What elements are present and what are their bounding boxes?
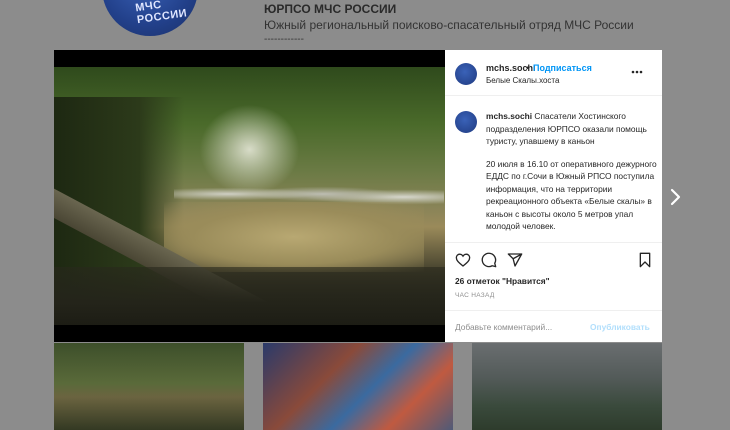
post-timestamp[interactable]: ЧАС НАЗАД bbox=[455, 292, 495, 299]
post-modal: mchs.sochi • Подписаться Белые Скалы.хос… bbox=[54, 50, 662, 342]
post-location[interactable]: Белые Скалы.хоста bbox=[486, 76, 559, 85]
grid-post-thumbnail[interactable] bbox=[263, 343, 453, 430]
caption-username[interactable]: mchs.sochi bbox=[486, 111, 532, 121]
more-options-icon[interactable] bbox=[631, 66, 643, 74]
post-header: mchs.sochi • Подписаться Белые Скалы.хос… bbox=[445, 50, 662, 96]
author-avatar[interactable] bbox=[455, 63, 477, 85]
profile-bio-dashes: ------------ bbox=[264, 34, 304, 45]
grid-post-thumbnail[interactable] bbox=[54, 343, 244, 430]
comment-input[interactable] bbox=[455, 321, 575, 333]
caption-body: 20 июля в 16.10 от оперативного дежурног… bbox=[486, 158, 657, 232]
comment-icon[interactable] bbox=[481, 252, 497, 268]
follow-button[interactable]: Подписаться bbox=[533, 63, 592, 73]
profile-avatar[interactable]: МЧС РОССИИ bbox=[102, 0, 198, 36]
post-image bbox=[54, 67, 445, 325]
separator-dot: • bbox=[526, 63, 530, 73]
profile-bio: Южный региональный поисково-спасательный… bbox=[264, 18, 634, 32]
likes-count[interactable]: 26 отметок "Нравится" bbox=[455, 276, 550, 286]
post-actions bbox=[445, 242, 662, 272]
heart-icon[interactable] bbox=[455, 252, 471, 268]
caption: mchs.sochi Спасатели Хостинского подразд… bbox=[486, 110, 658, 233]
profile-name: ЮРПСО МЧС РОССИИ bbox=[264, 2, 397, 16]
profile-avatar-logo-text: МЧС РОССИИ bbox=[134, 0, 188, 27]
grid-post-thumbnail[interactable] bbox=[472, 343, 662, 430]
post-photo[interactable] bbox=[54, 50, 445, 342]
bookmark-icon[interactable] bbox=[637, 252, 653, 268]
post-sidebar: mchs.sochi • Подписаться Белые Скалы.хос… bbox=[445, 50, 662, 342]
share-icon[interactable] bbox=[507, 252, 523, 268]
comment-bar: Опубликовать bbox=[445, 310, 662, 342]
next-post-chevron-right-icon[interactable] bbox=[664, 186, 686, 208]
caption-author-avatar[interactable] bbox=[455, 111, 477, 133]
publish-button[interactable]: Опубликовать bbox=[590, 322, 650, 332]
caption-area: mchs.sochi Спасатели Хостинского подразд… bbox=[445, 97, 662, 241]
